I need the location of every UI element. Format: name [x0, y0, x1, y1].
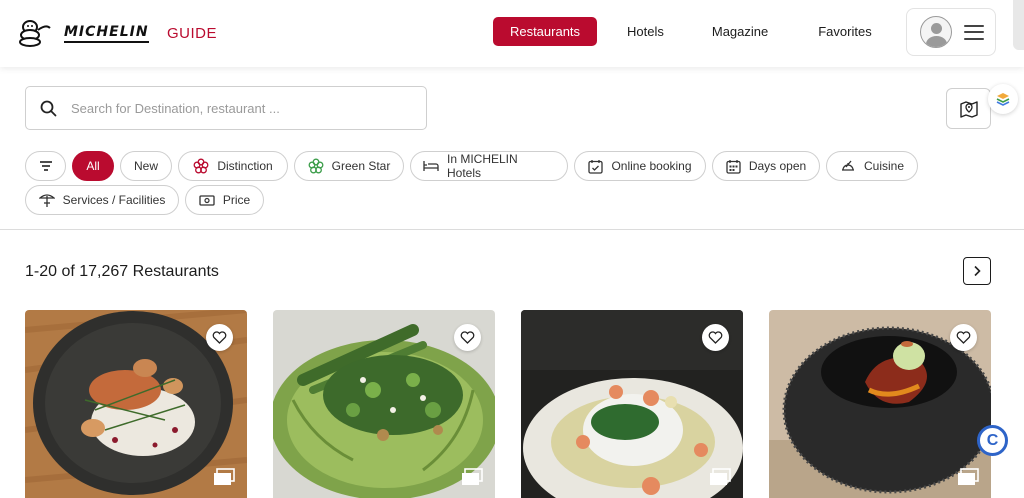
- restaurant-card[interactable]: [25, 310, 247, 498]
- filter-new[interactable]: New: [120, 151, 172, 181]
- next-page-button[interactable]: [963, 257, 991, 285]
- bed-icon: [423, 161, 439, 171]
- calendar-grid-icon: [726, 159, 741, 174]
- filter-services-label: Services / Facilities: [62, 193, 166, 207]
- filter-cuisine[interactable]: Cuisine: [826, 151, 918, 181]
- nav-favorites[interactable]: Favorites: [800, 17, 889, 46]
- filter-online-booking[interactable]: Online booking: [574, 151, 706, 181]
- avatar: [920, 16, 952, 48]
- restaurant-card[interactable]: [273, 310, 495, 498]
- restaurant-card[interactable]: [769, 310, 991, 498]
- dish-icon: [841, 160, 854, 171]
- favorite-button[interactable]: [702, 324, 729, 351]
- filter-icon: [39, 161, 52, 171]
- heart-icon: [708, 331, 723, 344]
- account-menu-button[interactable]: [906, 8, 996, 56]
- menu-icon: [964, 24, 984, 40]
- filter-price-label: Price: [222, 193, 251, 207]
- filter-distinction-label: Distinction: [217, 159, 273, 173]
- filter-settings-button[interactable]: [25, 151, 66, 181]
- filter-green-star[interactable]: Green Star: [294, 151, 404, 181]
- nav-restaurants[interactable]: Restaurants: [493, 17, 597, 46]
- gallery-icon: [958, 468, 979, 485]
- results-count: 1-20 of 17,267 Restaurants: [25, 263, 219, 280]
- filter-michelin-hotels-label: In MICHELIN Hotels: [447, 152, 518, 180]
- filter-online-booking-label: Online booking: [611, 159, 692, 173]
- filter-services-facilities[interactable]: Services / Facilities: [25, 185, 179, 215]
- filter-days-open[interactable]: Days open: [712, 151, 820, 181]
- nav-magazine[interactable]: Magazine: [694, 17, 786, 46]
- michelin-flower-icon: [193, 158, 209, 174]
- layers-icon: [996, 93, 1010, 106]
- filter-all-label: All: [86, 159, 100, 173]
- green-star-icon: [308, 158, 324, 174]
- heart-icon: [212, 331, 227, 344]
- favorite-button[interactable]: [206, 324, 233, 351]
- filter-cuisine-label: Cuisine: [863, 159, 905, 173]
- nav-hotels[interactable]: Hotels: [609, 17, 682, 46]
- search-box[interactable]: [25, 86, 427, 130]
- browser-extension-icon[interactable]: [988, 84, 1018, 114]
- filter-all[interactable]: All: [72, 151, 114, 181]
- map-view-button[interactable]: [946, 88, 991, 129]
- banknote-icon: [199, 194, 215, 206]
- scrollbar[interactable]: [1013, 0, 1024, 50]
- assistant-badge-letter: C: [986, 431, 999, 449]
- calendar-check-icon: [588, 159, 604, 174]
- floating-assistant-button[interactable]: C: [977, 425, 1008, 456]
- search-icon: [40, 100, 57, 116]
- favorite-button[interactable]: [454, 324, 481, 351]
- heart-icon: [460, 331, 475, 344]
- filter-price[interactable]: Price: [185, 185, 264, 215]
- filter-days-open-label: Days open: [748, 159, 807, 173]
- filter-new-label: New: [133, 159, 158, 173]
- bibendum-icon: [19, 20, 51, 47]
- filter-michelin-hotels[interactable]: In MICHELIN Hotels: [410, 151, 568, 181]
- michelin-logo[interactable]: MICHELIN: [18, 18, 149, 48]
- section-divider: [0, 229, 1024, 230]
- brand-wordmark: MICHELIN: [64, 24, 149, 43]
- gallery-icon: [214, 468, 235, 485]
- site-header: MICHELIN GUIDE Restaurants Hotels Magazi…: [0, 0, 1024, 67]
- filter-distinction[interactable]: Distinction: [178, 151, 288, 181]
- gallery-icon: [710, 468, 731, 485]
- parasol-icon: [38, 194, 55, 207]
- restaurant-card[interactable]: [521, 310, 743, 498]
- map-pin-icon: [959, 100, 978, 118]
- brand-guide-label: GUIDE: [167, 25, 218, 42]
- heart-icon: [956, 331, 971, 344]
- gallery-icon: [462, 468, 483, 485]
- filter-green-star-label: Green Star: [331, 159, 391, 173]
- search-input[interactable]: [71, 100, 391, 116]
- favorite-button[interactable]: [950, 324, 977, 351]
- main-nav: Restaurants Hotels Magazine Favorites: [493, 17, 890, 46]
- chevron-right-icon: [974, 265, 981, 277]
